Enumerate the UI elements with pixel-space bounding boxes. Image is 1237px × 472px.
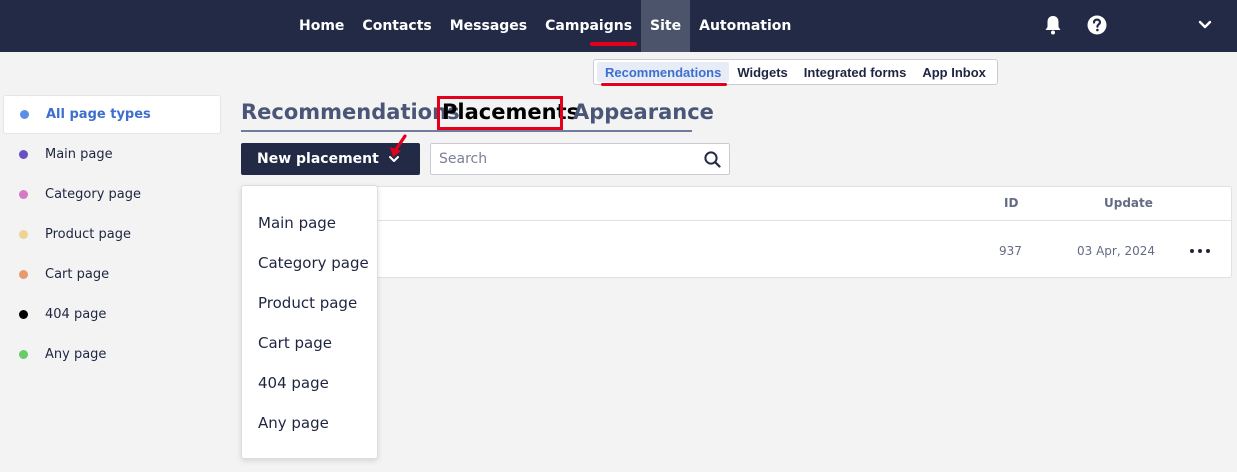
sidebar-item-404-page[interactable]: 404 page [3,295,221,334]
nav-site-highlight-underline [590,42,637,46]
nav-item-messages[interactable]: Messages [441,0,536,52]
row-update-date: 03 Apr, 2024 [1077,244,1156,258]
search-input[interactable] [431,144,696,174]
search-field [430,143,730,175]
menu-item-main-page[interactable]: Main page [258,214,336,232]
menu-item-category-page[interactable]: Category page [258,254,369,272]
nav-item-site[interactable]: Site [641,0,691,52]
main-nav: Home Contacts Messages Campaigns Site Au… [290,0,800,52]
sidebar-item-label: Category page [45,187,141,202]
sidebar-item-main-page[interactable]: Main page [3,135,221,174]
status-dot [19,190,28,199]
status-dot [19,150,28,159]
site-subnav: Recommendations Widgets Integrated forms… [593,59,998,85]
menu-item-product-page[interactable]: Product page [258,294,357,312]
sidebar-item-all-page-types[interactable]: All page types [3,95,221,134]
column-header-update[interactable]: Update [1104,196,1153,210]
placements-tab-highlight-box [437,96,563,130]
status-dot [20,110,29,119]
sidebar-item-any-page[interactable]: Any page [3,335,221,374]
tab-appearance[interactable]: Appearance [573,100,714,124]
column-header-id[interactable]: ID [1004,196,1018,210]
placements-table: ID Update 937 03 Apr, 2024 [241,186,1232,278]
tab-recommendations[interactable]: Recommendations [241,100,460,124]
status-dot [19,230,28,239]
nav-item-contacts[interactable]: Contacts [353,0,440,52]
sidebar-item-label: Cart page [45,267,110,282]
subnav-item-widgets[interactable]: Widgets [729,62,795,82]
nav-item-automation[interactable]: Automation [690,0,800,52]
bell-icon[interactable] [1042,14,1064,36]
new-placement-dropdown-menu: Main page Category page Product page Car… [241,185,378,459]
red-arrow-annotation-icon [390,134,407,157]
status-dot [19,310,28,319]
search-icon[interactable] [704,151,721,168]
status-dot [19,270,28,279]
subnav-item-app-inbox[interactable]: App Inbox [914,62,994,82]
subnav-item-recommendations[interactable]: Recommendations [597,62,730,82]
help-icon[interactable] [1086,14,1108,36]
sidebar-item-label: Main page [45,147,113,162]
sidebar-item-label: Any page [45,347,107,362]
subnav-item-integrated-forms[interactable]: Integrated forms [796,62,915,82]
row-id: 937 [999,244,1022,258]
sidebar-item-label: 404 page [45,307,107,322]
menu-item-404-page[interactable]: 404 page [258,374,329,392]
more-options-icon[interactable] [1190,242,1210,260]
nav-item-home[interactable]: Home [290,0,353,52]
top-navigation-bar: Home Contacts Messages Campaigns Site Au… [0,0,1237,52]
status-dot [19,350,28,359]
new-placement-label: New placement [257,151,379,167]
subnav-highlight-underline [601,83,727,86]
menu-item-any-page[interactable]: Any page [258,414,329,432]
sidebar-item-label: Product page [45,227,131,242]
menu-item-cart-page[interactable]: Cart page [258,334,332,352]
sidebar-item-label: All page types [46,107,151,122]
header-divider [242,220,1231,221]
chevron-down-icon[interactable] [1194,14,1216,36]
sidebar-item-cart-page[interactable]: Cart page [3,255,221,294]
sidebar-item-product-page[interactable]: Product page [3,215,221,254]
sidebar-item-category-page[interactable]: Category page [3,175,221,214]
